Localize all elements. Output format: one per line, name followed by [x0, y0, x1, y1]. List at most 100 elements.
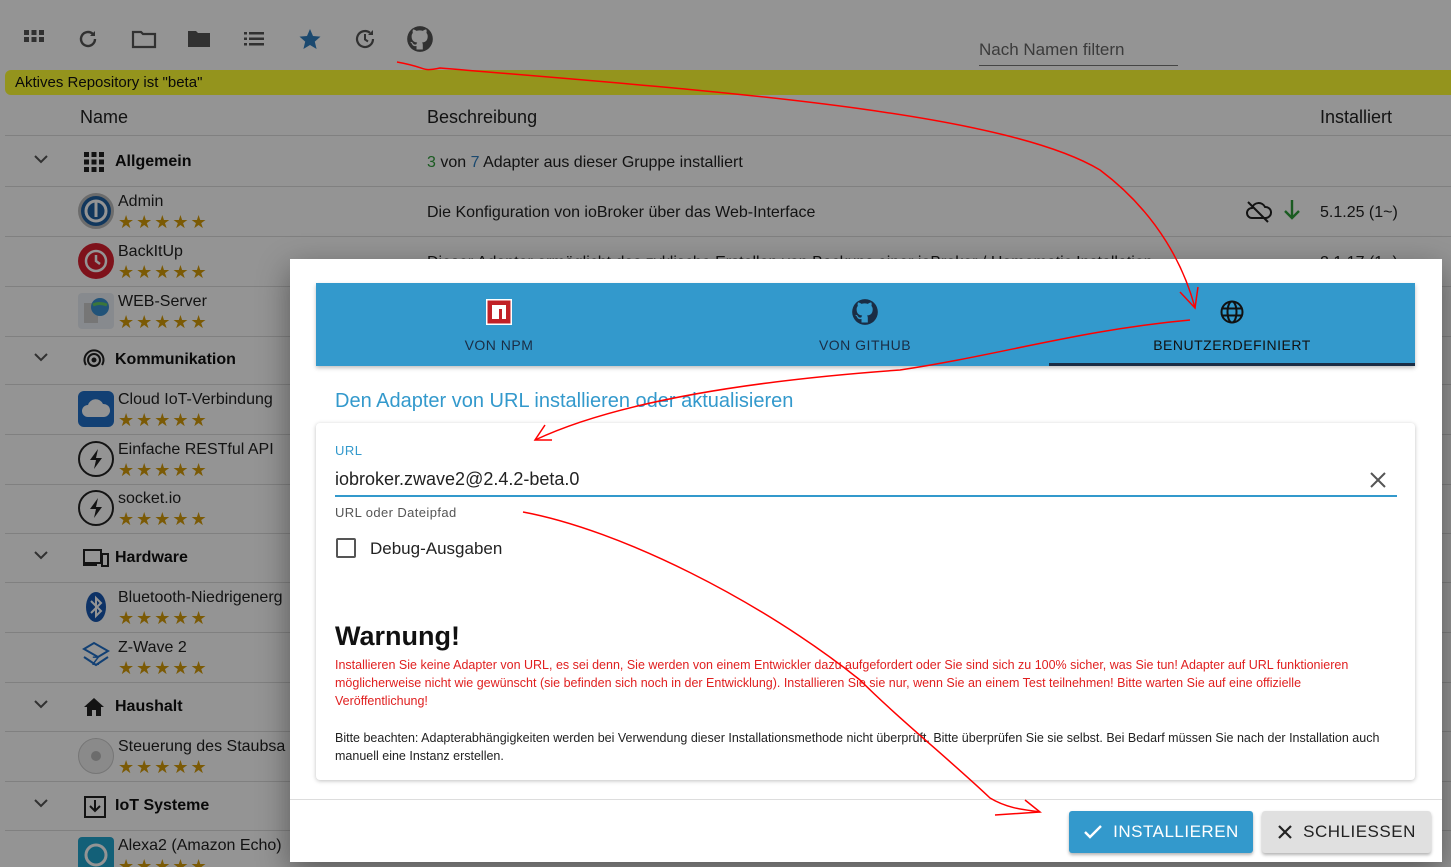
close-icon[interactable]	[1366, 468, 1390, 492]
warning-title: Warnung!	[335, 621, 460, 651]
arrow-down-icon[interactable]	[1282, 198, 1302, 227]
url-field-label: URL	[335, 443, 363, 458]
close-button-label: SCHLIESSEN	[1303, 822, 1416, 841]
dependency-note: Bitte beachten: Adapterabhängigkeiten we…	[335, 731, 1380, 763]
vacuum-logo-icon	[78, 738, 114, 774]
adapter-name: Einfache RESTful API	[118, 441, 274, 458]
col-description-header: Beschreibung	[427, 107, 538, 127]
dialog-title: Den Adapter von URL installieren oder ak…	[335, 390, 794, 412]
npm-icon	[484, 297, 514, 327]
url-form-card: URL iobroker.zwave2@2.4.2-beta.0 URL ode…	[316, 423, 1415, 780]
close-icon	[1277, 824, 1293, 840]
github-icon	[850, 297, 880, 327]
rating-stars: ★★★★★	[118, 460, 209, 480]
download-box-icon	[83, 795, 107, 824]
col-installed-header: Installiert	[1320, 107, 1393, 127]
podcast-icon	[83, 349, 105, 376]
installed-version: 5.1.25 (1~)	[1320, 204, 1398, 221]
group-title: IoT Systeme	[115, 797, 210, 814]
name-filter-input[interactable]: Nach Namen filtern	[979, 36, 1178, 66]
rating-stars: ★★★★★	[118, 509, 209, 529]
grid-view-icon[interactable]	[19, 24, 49, 54]
dialog-divider	[290, 799, 1442, 800]
url-helper-text: URL oder Dateipfad	[335, 505, 457, 520]
group-title: Allgemein	[115, 153, 192, 170]
table-header: Name Beschreibung Installiert	[5, 96, 1451, 136]
adapter-name: Admin	[118, 193, 164, 210]
github-icon[interactable]	[405, 24, 435, 54]
adapter-name: Bluetooth-Niedrigenerg	[118, 589, 283, 606]
alexa-logo-icon	[78, 837, 114, 867]
installed-count: 3	[427, 154, 436, 171]
chevron-down-icon[interactable]	[33, 795, 49, 816]
group-title: Haushalt	[115, 698, 183, 715]
update-icon[interactable]	[350, 24, 380, 54]
rating-stars: ★★★★★	[118, 212, 209, 232]
rating-stars: ★★★★★	[118, 856, 209, 867]
web-server-logo-icon	[78, 293, 114, 329]
tab-label: BENUTZERDEFINIERT	[1153, 337, 1311, 353]
debug-checkbox-label[interactable]: Debug-Ausgaben	[370, 539, 502, 559]
chevron-down-icon[interactable]	[33, 349, 49, 370]
tab-npm[interactable]: VON NPM	[316, 283, 682, 366]
bluetooth-logo-icon	[78, 589, 114, 625]
rating-stars: ★★★★★	[118, 262, 209, 282]
folder-outline-icon[interactable]	[129, 24, 159, 54]
adapter-row-admin[interactable]: Admin ★★★★★ Die Konfiguration von ioBrok…	[5, 187, 1451, 237]
home-icon	[83, 696, 105, 723]
backitup-logo-icon	[78, 243, 114, 279]
chevron-down-icon[interactable]	[33, 547, 49, 568]
source-tabs: VON NPM VON GITHUB BENUTZERDEFINIERT	[316, 283, 1415, 366]
total-count: 7	[470, 154, 480, 171]
adapter-name: Alexa2 (Amazon Echo)	[118, 837, 282, 854]
cloud-off-icon	[1245, 199, 1273, 228]
tab-label: VON NPM	[464, 337, 534, 353]
globe-icon	[1217, 297, 1247, 327]
summary-von: von	[440, 154, 467, 171]
url-input[interactable]: iobroker.zwave2@2.4.2-beta.0	[335, 463, 1397, 497]
adapter-name: BackItUp	[118, 243, 183, 260]
close-button[interactable]: SCHLIESSEN	[1262, 811, 1431, 853]
adapter-name: Cloud IoT-Verbindung	[118, 391, 273, 408]
admin-logo-icon	[78, 193, 114, 229]
rating-stars: ★★★★★	[118, 757, 209, 777]
adapter-name: WEB-Server	[118, 293, 207, 310]
repository-banner: Aktives Repository ist "beta"	[5, 70, 1451, 95]
rating-stars: ★★★★★	[118, 608, 209, 628]
rest-api-logo-icon	[78, 441, 114, 477]
group-title: Kommunikation	[115, 351, 236, 368]
install-from-url-dialog: VON NPM VON GITHUB BENUTZERDEFINIERT Den…	[290, 259, 1442, 862]
debug-checkbox[interactable]	[336, 538, 356, 558]
warning-text: Installieren Sie keine Adapter von URL, …	[335, 658, 1349, 708]
adapter-description: Die Konfiguration von ioBroker über das …	[427, 204, 816, 221]
star-icon[interactable]	[295, 24, 325, 54]
adapter-name: socket.io	[118, 490, 182, 507]
refresh-icon[interactable]	[73, 24, 103, 54]
folder-icon[interactable]	[184, 24, 214, 54]
summary-tail: Adapter aus dieser Gruppe installiert	[483, 154, 743, 171]
tab-label: VON GITHUB	[818, 337, 912, 353]
rating-stars: ★★★★★	[118, 410, 209, 430]
rating-stars: ★★★★★	[118, 312, 209, 332]
tab-github[interactable]: VON GITHUB	[682, 283, 1048, 366]
group-title: Hardware	[115, 549, 188, 566]
chevron-down-icon[interactable]	[33, 696, 49, 717]
apps-icon	[83, 151, 105, 178]
group-summary: 3 von 7 Adapter aus dieser Gruppe instal…	[427, 154, 743, 172]
tab-custom[interactable]: BENUTZERDEFINIERT	[1049, 283, 1415, 366]
install-button-label: INSTALLIEREN	[1113, 822, 1239, 841]
group-row-allgemein[interactable]: Allgemein 3 von 7 Adapter aus dieser Gru…	[5, 137, 1451, 187]
svg-text:Z: Z	[92, 654, 99, 668]
list-icon[interactable]	[239, 24, 269, 54]
col-name-header: Name	[80, 107, 129, 127]
devices-icon	[83, 547, 109, 574]
adapter-name: Z-Wave 2	[118, 639, 187, 656]
adapter-name: Steuerung des Staubsa	[118, 738, 286, 755]
check-icon	[1083, 824, 1103, 840]
zwave-logo-icon: Z	[78, 639, 114, 675]
rating-stars: ★★★★★	[118, 658, 209, 678]
chevron-down-icon[interactable]	[33, 151, 49, 172]
install-button[interactable]: INSTALLIEREN	[1069, 811, 1253, 853]
socketio-logo-icon	[78, 490, 114, 526]
toolbar: Nach Namen filtern	[0, 0, 1451, 70]
